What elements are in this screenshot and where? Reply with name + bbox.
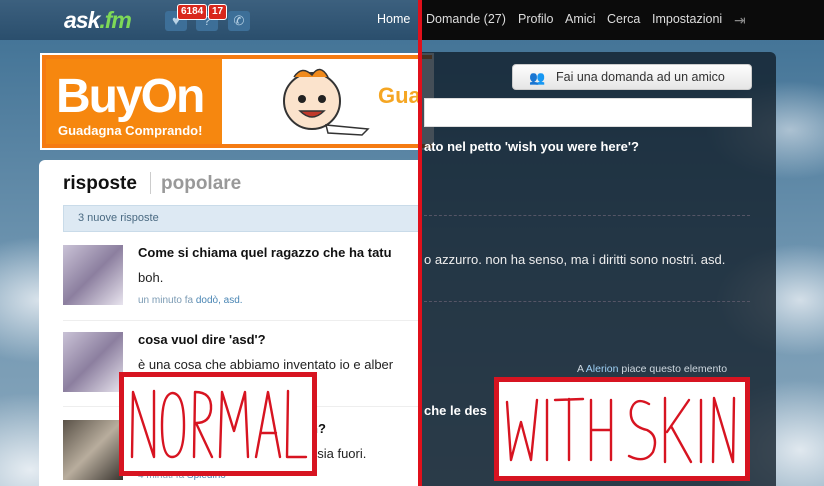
skin-answer-text: o azzurro. non ha senso, ma i diritti so…: [424, 252, 726, 267]
mascot-icon: [283, 68, 370, 136]
liked-by-users[interactable]: dodò, asd.: [196, 295, 243, 306]
answer-text: è una cosa che abbiamo inventato io e al…: [138, 357, 394, 372]
ad-right-text: Gua: [378, 83, 421, 108]
logout-icon[interactable]: ⇥: [734, 12, 750, 28]
new-answers-label: 3 nuove risposte: [78, 212, 159, 224]
ask-friend-button[interactable]: 👥 Fai una domanda ad un amico: [512, 64, 752, 90]
likes-badge: 6184: [177, 4, 208, 20]
skin-question-text[interactable]: che le des: [424, 403, 487, 418]
ad-brand: BuyOn: [56, 70, 205, 123]
questions-badge: 17: [208, 4, 228, 20]
question-text[interactable]: cosa vuol dire 'asd'?: [138, 332, 420, 347]
answer-meta: un minuto fa dodò, asd.: [138, 295, 243, 306]
answer-text: boh.: [138, 270, 164, 285]
avatar[interactable]: [63, 420, 123, 480]
nav-questions[interactable]: Domande (27): [426, 12, 506, 26]
question-text[interactable]: Come si chiama quel ragazzo che ha tatu: [138, 245, 420, 260]
list-divider: [63, 320, 420, 321]
nav-settings[interactable]: Impostazioni: [652, 12, 722, 26]
comparison-divider: [418, 0, 422, 486]
question-input[interactable]: [424, 98, 752, 127]
normal-lettering-icon: [130, 389, 308, 459]
nav-home[interactable]: Home: [377, 12, 410, 26]
normal-label: [119, 372, 317, 476]
nav-friends[interactable]: Amici: [565, 12, 596, 26]
skin-divider: [424, 215, 750, 216]
buyon-ad-banner[interactable]: BuyOn Guadagna Comprando! Gua: [40, 53, 434, 150]
new-answers-bar[interactable]: 3 nuove risposte: [63, 205, 422, 232]
ad-tagline: Guadagna Comprando!: [58, 123, 203, 138]
skin-question-text[interactable]: ato nel petto 'wish you were here'?: [424, 139, 639, 154]
tab-answers[interactable]: risposte: [63, 173, 137, 195]
answer-text: , sia fuori.: [310, 446, 367, 461]
tab-popular[interactable]: popolare: [161, 173, 241, 195]
phone-icon[interactable]: ✆: [228, 11, 250, 31]
question-text[interactable]: n?: [310, 421, 420, 436]
nav-profile[interactable]: Profilo: [518, 12, 553, 26]
avatar[interactable]: [63, 332, 123, 392]
skin-divider: [424, 301, 750, 302]
avatar[interactable]: [63, 245, 123, 305]
nav-search[interactable]: Cerca: [607, 12, 640, 26]
like-info: A Alerion piace questo elemento: [577, 363, 728, 375]
with-skin-lettering-icon: [505, 396, 736, 464]
friends-icon: 👥: [529, 70, 546, 85]
tab-separator: [150, 172, 151, 194]
with-skin-label: [494, 377, 750, 481]
askfm-logo[interactable]: ask.fm: [64, 7, 132, 34]
like-user[interactable]: Alerion: [586, 363, 619, 375]
ask-friend-label: Fai una domanda ad un amico: [556, 70, 725, 84]
